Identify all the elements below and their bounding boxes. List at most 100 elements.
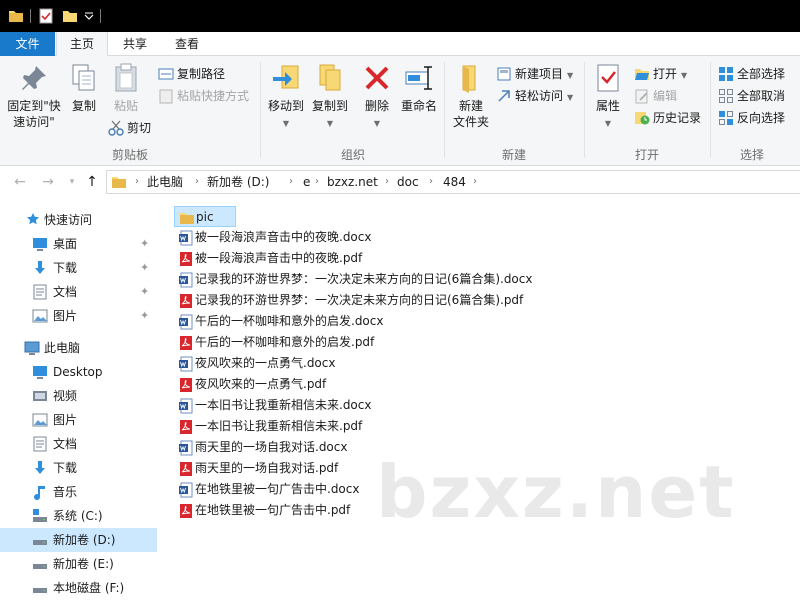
breadcrumb-drive-d[interactable]: 新加卷 (D:) bbox=[207, 171, 269, 193]
tab-home[interactable]: 主页 bbox=[56, 32, 108, 57]
copy-to-button[interactable]: 复制到 ▼ bbox=[308, 62, 352, 132]
pinned-icon: ✦ bbox=[140, 261, 150, 274]
file-name: 午后的一杯咖啡和意外的启发.pdf bbox=[195, 335, 375, 349]
breadcrumb-doc[interactable]: doc bbox=[397, 171, 419, 193]
breadcrumb-chevron-icon[interactable]: › bbox=[195, 171, 199, 193]
move-to-icon bbox=[273, 65, 299, 89]
easy-access-button[interactable]: 轻松访问 ▼ bbox=[496, 86, 573, 106]
back-arrow-icon[interactable]: ← bbox=[10, 172, 30, 192]
videos-icon bbox=[33, 391, 47, 401]
breadcrumb-chevron-icon[interactable]: › bbox=[385, 171, 389, 193]
copy-button[interactable]: 复制 bbox=[66, 62, 102, 114]
new-item-button[interactable]: 新建项目 ▼ bbox=[496, 64, 573, 84]
paste-shortcut-button[interactable]: 粘贴快捷方式 bbox=[158, 86, 249, 106]
pictures-icon bbox=[32, 413, 48, 427]
select-all-icon bbox=[719, 67, 733, 81]
edit-button[interactable]: 编辑 bbox=[634, 86, 677, 106]
nav-pc-drive-e[interactable]: 新加卷 (E:) bbox=[0, 552, 157, 576]
breadcrumb-chevron-icon[interactable]: › bbox=[473, 171, 477, 193]
delete-x-icon bbox=[365, 66, 389, 90]
tab-file[interactable]: 文件 bbox=[0, 32, 55, 56]
new-item-icon bbox=[497, 67, 511, 81]
nav-this-pc[interactable]: 此电脑 bbox=[0, 336, 157, 360]
breadcrumb-484[interactable]: 484 bbox=[443, 171, 466, 193]
nav-pc-music[interactable]: 音乐 bbox=[0, 480, 157, 504]
navigation-pane: 快速访问 桌面 ✦ 下载 ✦ 文档 ✦ 图片 ✦ 此电脑 Desktop 视频 … bbox=[0, 200, 157, 600]
delete-button[interactable]: 删除 ▼ bbox=[360, 62, 394, 132]
up-arrow-icon[interactable]: ↑ bbox=[82, 172, 102, 192]
easy-access-icon bbox=[498, 90, 510, 102]
nav-pc-videos[interactable]: 视频 bbox=[0, 384, 157, 408]
breadcrumb-e[interactable]: e bbox=[303, 171, 310, 193]
word-doc-icon bbox=[179, 440, 193, 456]
nav-pc-documents[interactable]: 文档 bbox=[0, 432, 157, 456]
ribbon-tabs: 文件 主页 共享 查看 bbox=[0, 32, 800, 57]
breadcrumb-this-pc[interactable]: 此电脑 bbox=[147, 171, 183, 193]
nav-qa-pictures[interactable]: 图片 ✦ bbox=[0, 304, 157, 328]
pin-quick-access-button[interactable]: 固定到"快 速访问" bbox=[4, 62, 64, 130]
address-box[interactable]: › 此电脑 › 新加卷 (D:) › e › bzxz.net › doc › … bbox=[106, 170, 800, 194]
breadcrumb-bzxz[interactable]: bzxz.net bbox=[327, 171, 378, 193]
breadcrumb-chevron-icon[interactable]: › bbox=[135, 171, 139, 193]
nav-qa-desktop[interactable]: 桌面 ✦ bbox=[0, 232, 157, 256]
invert-selection-label: 反向选择 bbox=[737, 111, 786, 125]
history-icon bbox=[635, 112, 650, 125]
breadcrumb-chevron-icon[interactable]: › bbox=[429, 171, 433, 193]
nav-qa-desktop-label: 桌面 bbox=[53, 237, 78, 251]
paste-shortcut-icon bbox=[159, 89, 173, 104]
recent-locations-chevron-icon[interactable]: ▾ bbox=[62, 172, 82, 192]
properties-button[interactable]: 属性 ▼ bbox=[588, 62, 628, 132]
tab-view[interactable]: 查看 bbox=[164, 32, 210, 56]
copy-path-button[interactable]: 复制路径 bbox=[158, 64, 225, 84]
open-button[interactable]: 打开 ▼ bbox=[634, 64, 687, 84]
documents-icon bbox=[33, 436, 47, 452]
select-none-button[interactable]: 全部取消 bbox=[718, 86, 785, 106]
nav-qa-downloads[interactable]: 下载 ✦ bbox=[0, 256, 157, 280]
desktop-icon bbox=[33, 238, 47, 251]
breadcrumb-chevron-icon[interactable]: › bbox=[315, 171, 319, 193]
file-row-folder[interactable]: pic bbox=[174, 206, 236, 227]
forward-arrow-icon[interactable]: → bbox=[38, 172, 58, 192]
move-to-label: 移动到 bbox=[267, 99, 304, 113]
nav-pc-downloads[interactable]: 下载 bbox=[0, 456, 157, 480]
nav-pc-drive-d[interactable]: 新加卷 (D:) bbox=[0, 528, 157, 552]
cut-label: 剪切 bbox=[127, 121, 152, 135]
group-separator bbox=[584, 62, 585, 158]
nav-pc-drive-c[interactable]: 系统 (C:) bbox=[0, 504, 157, 528]
nav-pc-desktop[interactable]: Desktop bbox=[0, 360, 157, 384]
nav-quick-access[interactable]: 快速访问 bbox=[0, 208, 157, 232]
new-folder-button[interactable]: 新建 文件夹 bbox=[448, 62, 494, 130]
breadcrumb-chevron-icon[interactable]: › bbox=[289, 171, 293, 193]
drive-icon bbox=[33, 588, 47, 593]
invert-selection-button[interactable]: 反向选择 bbox=[718, 108, 785, 128]
pinned-icon: ✦ bbox=[140, 309, 150, 322]
watermark: bzxz.net bbox=[376, 450, 736, 534]
select-all-button[interactable]: 全部选择 bbox=[718, 64, 785, 84]
copy-icon bbox=[72, 64, 95, 91]
clipboard-group-label: 剪贴板 bbox=[111, 148, 148, 162]
file-name: 记录我的环游世界梦：一次决定未来方向的日记(6篇合集).docx bbox=[195, 272, 533, 286]
nav-qa-downloads-label: 下载 bbox=[53, 261, 78, 275]
paste-shortcut-label: 粘贴快捷方式 bbox=[177, 89, 250, 103]
pin-icon bbox=[22, 66, 46, 90]
paste-button[interactable]: 粘贴 bbox=[108, 62, 144, 114]
properties-qa-icon[interactable] bbox=[38, 8, 54, 24]
chevron-down-icon: ▼ bbox=[604, 119, 612, 128]
nav-quick-access-label: 快速访问 bbox=[44, 213, 93, 227]
chevron-down-icon: ▼ bbox=[282, 119, 290, 128]
new-folder-qa-icon[interactable] bbox=[62, 8, 78, 24]
pdf-icon bbox=[180, 378, 192, 392]
file-name: 一本旧书让我重新相信未来.docx bbox=[195, 398, 372, 412]
chevron-down-icon[interactable] bbox=[84, 8, 94, 24]
tab-share[interactable]: 共享 bbox=[112, 32, 158, 56]
invert-selection-icon bbox=[719, 111, 733, 125]
move-to-button[interactable]: 移动到 ▼ bbox=[264, 62, 308, 132]
cut-button[interactable]: 剪切 bbox=[108, 118, 151, 138]
nav-pc-drive-f[interactable]: 本地磁盘 (F:) bbox=[0, 576, 157, 600]
nav-qa-documents[interactable]: 文档 ✦ bbox=[0, 280, 157, 304]
history-button[interactable]: 历史记录 bbox=[634, 108, 701, 128]
download-arrow-icon bbox=[35, 461, 45, 474]
rename-button[interactable]: 重命名 bbox=[398, 62, 440, 114]
open-folder-icon bbox=[635, 69, 649, 80]
nav-pc-pictures[interactable]: 图片 bbox=[0, 408, 157, 432]
